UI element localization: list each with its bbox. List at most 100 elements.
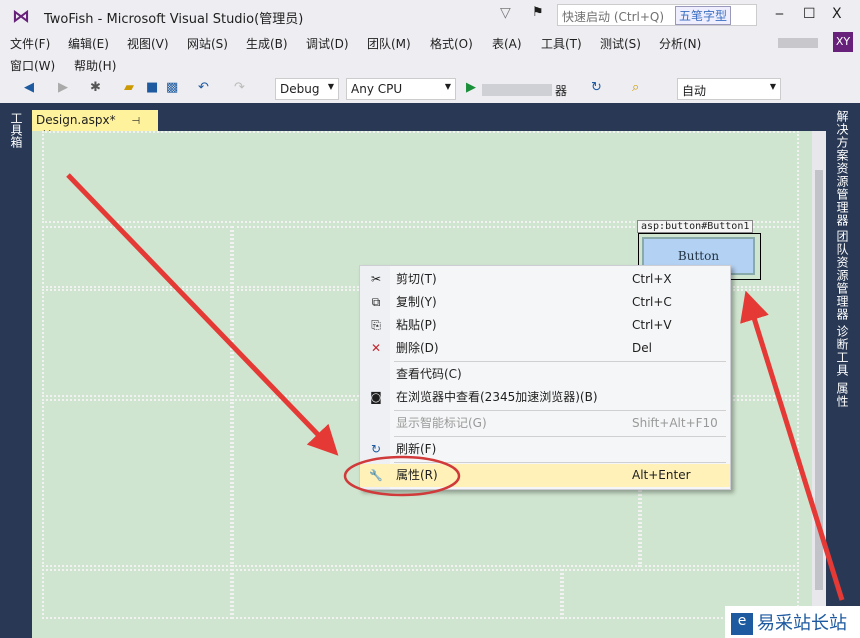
- chevron-down-icon: ▼: [444, 82, 451, 91]
- context-menu: ✂ 剪切(T) Ctrl+X ⧉ 复制(Y) Ctrl+C ⎘ 粘贴(P) Ctrl+V ✕…: [359, 265, 731, 490]
- tab-diagnostic-tools[interactable]: 诊断工具: [834, 325, 851, 377]
- menu-item-refresh[interactable]: ↻ 刷新(F): [360, 438, 730, 461]
- menu-separator: [394, 410, 726, 411]
- tab-team-explorer[interactable]: 团队资源管理器: [834, 230, 851, 321]
- redo-icon[interactable]: ↷: [234, 80, 245, 95]
- menu-team[interactable]: 团队(M): [367, 35, 411, 52]
- menu-item-label: 在浏览器中查看(2345加速浏览器)(B): [396, 390, 598, 404]
- menu-item-paste[interactable]: ⎘ 粘贴(P) Ctrl+V: [360, 314, 730, 337]
- layout-cell[interactable]: [42, 131, 799, 223]
- menu-table[interactable]: 表(A): [492, 35, 522, 52]
- delete-icon: ✕: [370, 341, 382, 355]
- menu-item-shortcut: Del: [632, 341, 652, 355]
- menu-analyze[interactable]: 分析(N): [659, 35, 701, 52]
- close-button[interactable]: X: [832, 6, 842, 22]
- title-bar: ⋈ TwoFish - Microsoft Visual Studio(管理员)…: [0, 0, 860, 32]
- visual-studio-logo-icon: ⋈: [12, 6, 30, 27]
- forward-icon[interactable]: ▶: [58, 80, 68, 95]
- copy-icon: ⧉: [371, 295, 381, 309]
- menu-website[interactable]: 网站(S): [187, 35, 228, 52]
- run-target-blurred: [482, 84, 552, 96]
- chevron-down-icon: ▼: [327, 82, 334, 91]
- run-icon[interactable]: ▶: [466, 80, 476, 95]
- watermark-icon: e: [731, 613, 753, 635]
- layout-cell[interactable]: [42, 226, 232, 288]
- filter-icon[interactable]: ▽: [500, 5, 511, 21]
- wrench-icon: 🔧: [369, 469, 383, 482]
- menu-item-label: 删除(D): [396, 341, 439, 355]
- menu-help[interactable]: 帮助(H): [74, 57, 116, 74]
- tab-label: Design.aspx*: [36, 113, 116, 127]
- tab-properties[interactable]: 属性: [834, 382, 851, 408]
- menu-tools[interactable]: 工具(T): [541, 35, 582, 52]
- menu-test[interactable]: 测试(S): [600, 35, 641, 52]
- menu-item-view-in-browser[interactable]: ◙ 在浏览器中查看(2345加速浏览器)(B): [360, 386, 730, 409]
- paste-icon: ⎘: [371, 318, 381, 332]
- menu-item-delete[interactable]: ✕ 删除(D) Del: [360, 337, 730, 360]
- menu-item-shortcut: Alt+Enter: [632, 468, 691, 482]
- menu-window[interactable]: 窗口(W): [10, 57, 55, 74]
- menu-item-view-code[interactable]: 查看代码(C): [360, 363, 730, 386]
- menu-item-copy[interactable]: ⧉ 复制(Y) Ctrl+C: [360, 291, 730, 314]
- feedback-icon[interactable]: ⚑: [532, 5, 544, 20]
- menu-item-shortcut: Shift+Alt+F10: [632, 416, 718, 430]
- platform-select[interactable]: Any CPU ▼: [346, 78, 456, 100]
- scissors-icon: ✂: [370, 272, 382, 286]
- menu-build[interactable]: 生成(B): [246, 35, 288, 52]
- undo-icon[interactable]: ↶: [198, 80, 209, 95]
- menu-edit[interactable]: 编辑(E): [68, 35, 109, 52]
- chevron-down-icon: ▼: [769, 82, 776, 91]
- menu-separator: [394, 436, 726, 437]
- menu-item-label: 查看代码(C): [396, 367, 462, 381]
- menu-format[interactable]: 格式(O): [430, 35, 473, 52]
- new-project-icon[interactable]: ✱: [90, 80, 101, 95]
- platform-value: Any CPU: [351, 82, 403, 96]
- save-icon[interactable]: ■: [146, 80, 158, 95]
- control-tag-label: asp:button#Button1: [637, 220, 754, 233]
- browser-icon: ◙: [370, 390, 382, 404]
- zoom-mode-select[interactable]: 自动 ▼: [677, 78, 781, 100]
- menu-file[interactable]: 文件(F): [10, 35, 50, 52]
- ime-indicator[interactable]: 五笔字型: [675, 6, 732, 25]
- refresh-icon: ↻: [370, 442, 382, 456]
- open-icon[interactable]: ▰: [124, 80, 134, 95]
- layout-cell[interactable]: [232, 569, 562, 619]
- tab-solution-explorer[interactable]: 解决方案资源管理器: [834, 110, 851, 227]
- find-icon[interactable]: ⌕: [632, 80, 639, 95]
- menu-item-shortcut: Ctrl+C: [632, 295, 672, 309]
- avatar[interactable]: XY: [833, 32, 853, 52]
- menu-item-shortcut: Ctrl+X: [632, 272, 672, 286]
- tab-design-aspx[interactable]: Design.aspx* ⊣ ✕: [32, 110, 158, 141]
- menu-view[interactable]: 视图(V): [127, 35, 169, 52]
- menu-item-cut[interactable]: ✂ 剪切(T) Ctrl+X: [360, 268, 730, 291]
- menu-item-label: 显示智能标记(G): [396, 416, 487, 430]
- menu-item-label: 粘贴(P): [396, 318, 437, 332]
- run-target[interactable]: 器: [555, 82, 567, 99]
- zoom-mode-value: 自动: [682, 84, 707, 98]
- menu-item-smart-tag[interactable]: 显示智能标记(G) Shift+Alt+F10: [360, 412, 730, 435]
- minimize-button[interactable]: ‒: [775, 6, 784, 22]
- config-select[interactable]: Debug ▼: [275, 78, 339, 100]
- window-title: TwoFish - Microsoft Visual Studio(管理员): [44, 12, 304, 27]
- watermark-logo: e 易采站长站: [725, 606, 860, 638]
- maximize-button[interactable]: ☐: [803, 6, 816, 22]
- account-name-blurred[interactable]: [778, 38, 818, 48]
- refresh-icon[interactable]: ↻: [591, 80, 602, 95]
- menu-item-label: 复制(Y): [396, 295, 437, 309]
- layout-cell[interactable]: [42, 569, 232, 619]
- menu-debug[interactable]: 调试(D): [306, 35, 349, 52]
- layout-cell[interactable]: [42, 289, 232, 397]
- config-value: Debug: [280, 82, 320, 96]
- toolbox-tab[interactable]: 工具箱: [8, 112, 25, 148]
- save-all-icon[interactable]: ▩: [166, 80, 178, 95]
- back-icon[interactable]: ◀: [24, 80, 34, 95]
- menu-item-label: 剪切(T): [396, 272, 437, 286]
- menu-separator: [394, 462, 726, 463]
- watermark-text: 易采站长站: [757, 613, 847, 634]
- menu-item-properties[interactable]: 🔧 属性(R) Alt+Enter: [360, 464, 730, 487]
- menu-separator: [394, 361, 726, 362]
- menu-item-shortcut: Ctrl+V: [632, 318, 672, 332]
- pin-icon[interactable]: ⊣: [131, 116, 140, 127]
- scrollbar-thumb[interactable]: [815, 170, 823, 590]
- layout-cell[interactable]: [42, 399, 232, 567]
